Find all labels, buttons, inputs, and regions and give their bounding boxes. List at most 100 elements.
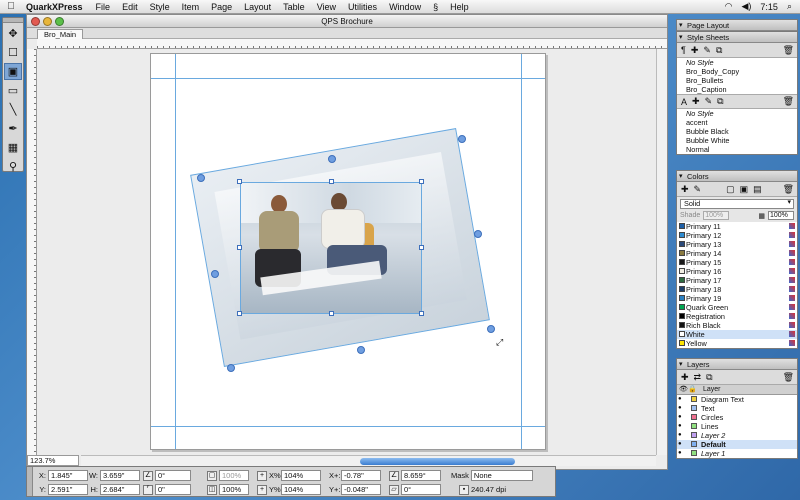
new-style-icon[interactable]: ✚ bbox=[691, 45, 699, 56]
new-style-icon[interactable]: ✚ bbox=[692, 96, 700, 107]
color-list-item[interactable]: Primary 16 bbox=[677, 267, 797, 276]
layer-list-item[interactable]: ● Layer 2 bbox=[677, 431, 797, 440]
menu-edit[interactable]: Edit bbox=[116, 2, 144, 12]
table-tool-icon[interactable]: ▦ bbox=[4, 139, 22, 156]
menu-page[interactable]: Page bbox=[205, 2, 238, 12]
menu-layout[interactable]: Layout bbox=[238, 2, 277, 12]
clock[interactable]: 7:15 bbox=[760, 2, 778, 12]
menu-style[interactable]: Style bbox=[144, 2, 176, 12]
list-item[interactable]: No Style bbox=[677, 58, 797, 67]
style-sheets-header[interactable]: Style Sheets bbox=[677, 32, 797, 43]
picture-box-handle[interactable] bbox=[227, 364, 235, 372]
delete-color-icon[interactable]: 🗑 bbox=[783, 184, 797, 195]
delete-layer-icon[interactable]: 🗑 bbox=[783, 372, 797, 383]
background-color-mode-icon[interactable]: ▤ bbox=[753, 184, 762, 195]
visibility-icon[interactable]: ● bbox=[678, 395, 682, 404]
color-list-item[interactable]: Primary 17 bbox=[677, 276, 797, 285]
page-layout-header[interactable]: Page Layout bbox=[677, 20, 797, 31]
zoom-button[interactable] bbox=[55, 17, 64, 26]
color-list-item[interactable]: Primary 14 bbox=[677, 249, 797, 258]
script-menu-icon[interactable]: § bbox=[427, 2, 444, 12]
color-list-item[interactable]: Primary 11 bbox=[677, 222, 797, 231]
margin-guide-bottom[interactable] bbox=[151, 426, 545, 427]
list-item[interactable]: Bubble White bbox=[677, 136, 797, 145]
layers-header[interactable]: Layers bbox=[677, 359, 797, 370]
picture-content-handle[interactable] bbox=[329, 311, 334, 316]
shade-field[interactable]: 100% bbox=[703, 211, 730, 220]
color-list-item[interactable]: Primary 12 bbox=[677, 231, 797, 240]
picture-box-handle[interactable] bbox=[357, 346, 365, 354]
color-list-item[interactable]: Yellow bbox=[677, 339, 797, 348]
menu-file[interactable]: File bbox=[90, 2, 117, 12]
color-list-item[interactable]: Quark Green bbox=[677, 303, 797, 312]
picture-skew-field[interactable]: 0° bbox=[401, 484, 441, 495]
document-titlebar[interactable]: QPS Brochure bbox=[27, 15, 667, 28]
margin-guide-right[interactable] bbox=[521, 54, 522, 449]
vertical-ruler[interactable] bbox=[27, 49, 37, 455]
color-list-item[interactable]: Rich Black bbox=[677, 321, 797, 330]
list-item[interactable]: No Style bbox=[677, 109, 797, 118]
picture-box-handle[interactable] bbox=[474, 230, 482, 238]
picture-content-handle[interactable] bbox=[329, 179, 334, 184]
offset-y-field[interactable]: -0.048" bbox=[341, 484, 381, 495]
menu-table[interactable]: Table bbox=[277, 2, 311, 12]
scale-x-field[interactable]: 104% bbox=[281, 470, 321, 481]
layer-list-item[interactable]: ● Default bbox=[677, 440, 797, 449]
item-tool-icon[interactable]: ✥ bbox=[4, 25, 22, 42]
pen-tool-icon[interactable]: ✒ bbox=[4, 120, 22, 137]
picture-content-handle[interactable] bbox=[419, 179, 424, 184]
width-field[interactable]: 3.659" bbox=[100, 470, 140, 481]
mask-dropdown[interactable]: None bbox=[470, 470, 533, 481]
picture-content-handle[interactable] bbox=[419, 245, 424, 250]
color-list-item[interactable]: Registration bbox=[677, 312, 797, 321]
picture-content-photo[interactable] bbox=[240, 182, 422, 314]
volume-icon[interactable]: ◀) bbox=[742, 1, 752, 12]
visibility-icon[interactable]: ● bbox=[678, 422, 682, 431]
spotlight-icon[interactable]: ⌕ bbox=[787, 1, 792, 12]
margin-guide-top[interactable] bbox=[151, 78, 545, 79]
picture-content-handle[interactable] bbox=[237, 311, 242, 316]
layer-list-item[interactable]: ● Diagram Text bbox=[677, 395, 797, 404]
menu-utilities[interactable]: Utilities bbox=[342, 2, 383, 12]
delete-style-icon[interactable]: 🗑 bbox=[783, 45, 797, 56]
color-list-item[interactable]: Primary 18 bbox=[677, 285, 797, 294]
colors-header[interactable]: Colors bbox=[677, 171, 797, 182]
visibility-icon[interactable]: ● bbox=[678, 431, 682, 440]
visibility-icon[interactable]: ● bbox=[678, 440, 682, 449]
horizontal-scrollbar[interactable] bbox=[81, 455, 656, 466]
layer-list-item[interactable]: ● Lines bbox=[677, 422, 797, 431]
offset-x-field[interactable]: -0.78" bbox=[341, 470, 381, 481]
color-list-item[interactable]: Primary 13 bbox=[677, 240, 797, 249]
list-item[interactable]: Bubble Black bbox=[677, 127, 797, 136]
frame-color-icon[interactable]: ◫ bbox=[207, 484, 217, 495]
new-color-icon[interactable]: ✚ bbox=[681, 184, 689, 195]
duplicate-style-icon[interactable]: ⧉ bbox=[717, 96, 723, 107]
menu-view[interactable]: View bbox=[311, 2, 342, 12]
menu-help[interactable]: Help bbox=[444, 2, 475, 12]
frame-color-mode-icon[interactable]: ▢ bbox=[726, 184, 735, 195]
tab-bro-main[interactable]: Bro_Main bbox=[37, 29, 84, 39]
opacity-field-1[interactable]: 100% bbox=[219, 470, 249, 481]
box-color-icon[interactable]: ▢ bbox=[207, 470, 217, 481]
zoom-field[interactable]: 123.7% bbox=[27, 455, 79, 466]
measurements-palette-grip[interactable] bbox=[27, 467, 33, 496]
duplicate-style-icon[interactable]: ⧉ bbox=[716, 45, 722, 56]
vertical-scrollbar[interactable] bbox=[656, 49, 667, 455]
layer-list-item[interactable]: ● Circles bbox=[677, 413, 797, 422]
opacity-field[interactable]: 100% bbox=[768, 211, 794, 220]
visibility-icon[interactable]: ● bbox=[678, 404, 682, 413]
menu-item[interactable]: Item bbox=[176, 2, 206, 12]
horizontal-scroll-thumb[interactable] bbox=[360, 458, 515, 465]
picture-content-handle[interactable] bbox=[237, 179, 242, 184]
fill-mode-dropdown[interactable]: Solid bbox=[680, 199, 794, 209]
merge-layers-icon[interactable]: ⧉ bbox=[706, 372, 712, 383]
edit-style-icon[interactable]: ✎ bbox=[703, 45, 711, 56]
opacity-field-2[interactable]: 100% bbox=[219, 484, 249, 495]
picture-box-handle[interactable] bbox=[458, 135, 466, 143]
close-button[interactable] bbox=[31, 17, 40, 26]
picture-content-tool-icon[interactable]: ▣ bbox=[4, 63, 22, 80]
box-angle-field[interactable]: 0° bbox=[155, 470, 191, 481]
horizontal-ruler[interactable] bbox=[37, 39, 667, 49]
list-item[interactable]: Bro_Bullets bbox=[677, 76, 797, 85]
x-field[interactable]: 1.845" bbox=[48, 470, 88, 481]
